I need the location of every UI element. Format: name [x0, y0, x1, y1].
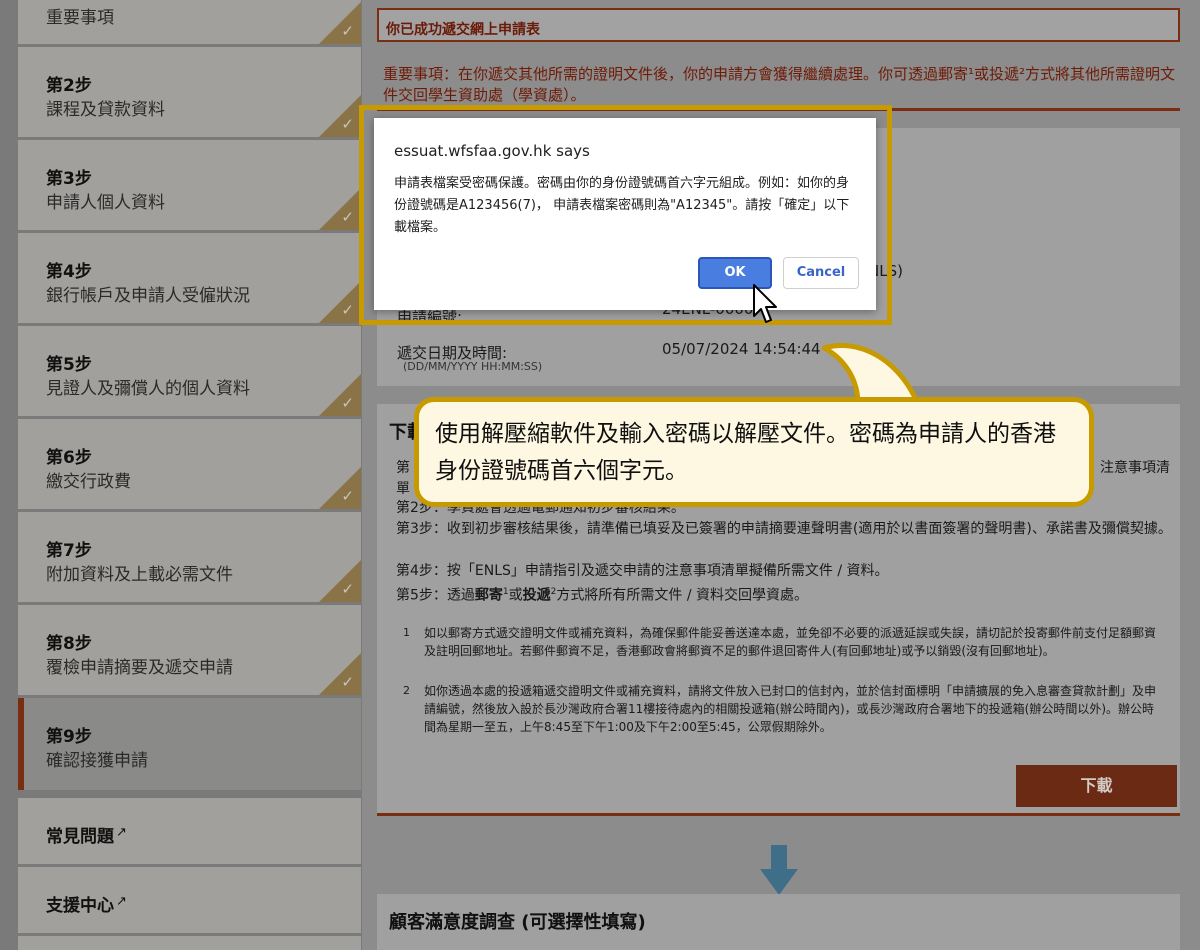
step-5-mail: 郵寄 [474, 587, 503, 604]
sidebar-step-label: 見證人及彌償人的個人資料 [46, 379, 250, 399]
success-title: 你已成功遞交網上申請表 [386, 22, 540, 38]
sidebar-step-num: 第5步 [46, 355, 92, 375]
footnote-2-num: 2 [403, 684, 410, 697]
step-4-text: 第4步：按「ENLS」申請指引及遞交申請的注意事項清單擬備所需文件 / 資料。 [396, 563, 889, 579]
sidebar-step-4[interactable]: 第4步 銀行帳戶及申請人受僱狀況 ✓ [18, 233, 361, 323]
step-5-suffix: 方式將所有所需文件 / 資料交回學資處。 [556, 587, 809, 604]
sidebar-step-label: 課程及貸款資料 [46, 100, 165, 120]
check-icon: ✓ [341, 673, 354, 691]
submit-time-format: (DD/MM/YYYY HH:MM:SS) [403, 360, 543, 373]
arrow-down-icon [760, 845, 798, 895]
check-icon: ✓ [341, 394, 354, 412]
sidebar: 重要事項 ✓ 第2步 課程及貸款資料 ✓ 第3步 申請人個人資料 ✓ 第4步 銀… [0, 0, 362, 950]
check-icon: ✓ [341, 22, 354, 40]
sidebar-step-7[interactable]: 第7步 附加資料及上載必需文件 ✓ [18, 512, 361, 602]
sidebar-step-label: 繳交行政費 [46, 472, 131, 492]
important-notice: 重要事項：在你遞交其他所需的證明文件後，你的申請方會獲得繼續處理。你可透過郵寄¹… [383, 65, 1176, 104]
sidebar-step-9[interactable]: 第9步 確認接獲申請 [18, 698, 361, 790]
mouse-cursor-icon [753, 284, 777, 323]
sidebar-link-support[interactable]: 支援中心 ↗ [18, 867, 361, 933]
sidebar-link-faq[interactable]: 常見問題 ↗ [18, 798, 361, 864]
sidebar-step-label: 附加資料及上載必需文件 [46, 565, 233, 585]
sidebar-step-5[interactable]: 第5步 見證人及彌償人的個人資料 ✓ [18, 326, 361, 416]
sidebar-link-label: 常見問題 [46, 827, 114, 847]
step-5-prefix: 第5步：透過 [396, 587, 475, 604]
sidebar-step-2[interactable]: 第2步 課程及貸款資料 ✓ [18, 47, 361, 137]
divider [377, 813, 1180, 816]
step-3-text: 第3步：收到初步審核結果後，請準備已填妥及已簽署的申請摘要連聲明書(適用於以書面… [396, 521, 1172, 537]
step-5-deliver: 投遞 [522, 587, 551, 604]
sidebar-step-label: 銀行帳戶及申請人受僱狀況 [46, 286, 250, 306]
sidebar-step-label: 確認接獲申請 [46, 751, 148, 771]
step-5-or: 或 [508, 587, 523, 604]
sidebar-step-label: 覆檢申請摘要及遞交申請 [46, 658, 233, 678]
survey-title: 顧客滿意度調查 (可選擇性填寫) [389, 912, 646, 933]
step-5-text: 第5步：透過郵寄1或投遞2方式將所有所需文件 / 資料交回學資處。 [396, 582, 1176, 607]
sidebar-step-8[interactable]: 第8步 覆檢申請摘要及遞交申請 ✓ [18, 605, 361, 695]
sidebar-step-num: 第8步 [46, 634, 92, 654]
dialog-message: 申請表檔案受密碼保護。密碼由你的身份證號碼首六字元組成。例如：如你的身份證號碼是… [394, 176, 850, 235]
external-link-icon: ↗ [116, 825, 127, 840]
instruction-callout: 使用解壓縮軟件及輸入密碼以解壓文件。密碼為申請人的香港身份證號碼首六個字元。 [414, 397, 1094, 507]
success-banner: 你已成功遞交網上申請表 [377, 8, 1180, 42]
sidebar-footer-block [18, 936, 361, 950]
submit-time-value: 05/07/2024 14:54:44 [662, 340, 821, 358]
check-icon: ✓ [341, 580, 354, 598]
sidebar-link-label: 支援中心 [46, 896, 114, 916]
sidebar-step-6[interactable]: 第6步 繳交行政費 ✓ [18, 419, 361, 509]
cancel-button[interactable]: Cancel [783, 257, 859, 289]
confirm-dialog: essuat.wfsfaa.gov.hk says 申請表檔案受密碼保護。密碼由… [374, 118, 876, 310]
check-icon: ✓ [341, 115, 354, 133]
footnote-1: 如以郵寄方式遞交證明文件或補充資料，為確保郵件能妥善送達本處，並免卻不必要的派遞… [424, 626, 1157, 658]
callout-text: 使用解壓縮軟件及輸入密碼以解壓文件。密碼為申請人的香港身份證號碼首六個字元。 [435, 421, 1056, 484]
download-button[interactable]: 下載 [1016, 765, 1177, 807]
sidebar-step-num: 第6步 [46, 448, 92, 468]
sidebar-step-num: 第2步 [46, 76, 92, 96]
external-link-icon: ↗ [116, 894, 127, 909]
sidebar-step-num: 第4步 [46, 262, 92, 282]
footnote-1-num: 1 [403, 626, 410, 639]
dialog-title: essuat.wfsfaa.gov.hk says [394, 142, 590, 160]
sidebar-step-label: 申請人個人資料 [46, 193, 165, 213]
sidebar-step-3[interactable]: 第3步 申請人個人資料 ✓ [18, 140, 361, 230]
sidebar-step-important[interactable]: 重要事項 ✓ [18, 0, 361, 44]
sidebar-step-num: 第9步 [46, 727, 92, 747]
check-icon: ✓ [341, 487, 354, 505]
sidebar-step-num: 第3步 [46, 169, 92, 189]
check-icon: ✓ [341, 301, 354, 319]
check-icon: ✓ [341, 208, 354, 226]
step-1-partial-right: 注意事項清 [1100, 460, 1170, 476]
footnote-2: 如你透過本處的投遞箱遞交證明文件或補充資料，請將文件放入已封口的信封內，並於信封… [424, 684, 1157, 734]
sidebar-step-num: 第7步 [46, 541, 92, 561]
sidebar-step-label: 重要事項 [46, 8, 114, 28]
